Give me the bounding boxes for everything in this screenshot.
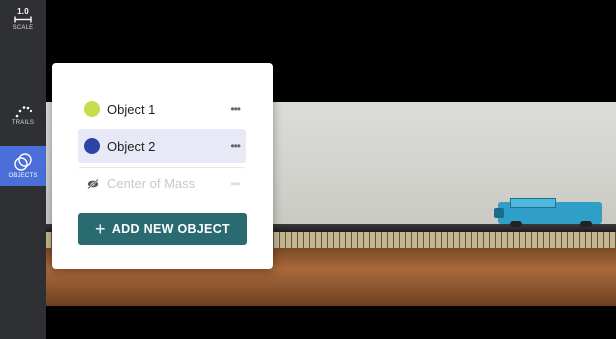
trails-tool[interactable]: TRAILS — [0, 104, 46, 140]
add-new-object-label: ADD NEW OBJECT — [111, 222, 230, 236]
object-1-more-icon[interactable]: ••• — [230, 102, 241, 116]
trails-icon — [15, 106, 32, 118]
add-new-object-button[interactable]: + ADD NEW OBJECT — [78, 213, 247, 245]
object-2-color-dot — [84, 138, 100, 154]
plus-icon: + — [95, 219, 106, 239]
objects-icon — [14, 153, 32, 171]
object-row-1[interactable]: Object 1 ••• — [78, 92, 246, 126]
object-2-more-icon[interactable]: ••• — [230, 139, 241, 153]
center-of-mass-more-icon[interactable]: ••• — [230, 177, 241, 191]
scale-label: SCALE — [12, 25, 34, 31]
center-of-mass-row[interactable]: Center of Mass ••• — [78, 167, 246, 199]
objects-panel: Object 1 ••• Object 2 ••• Center of Mass… — [52, 63, 273, 269]
trails-label: TRAILS — [11, 120, 35, 126]
object-1-name: Object 1 — [107, 101, 156, 117]
eye-slash-icon[interactable] — [87, 178, 99, 189]
object-1-color-dot — [84, 101, 100, 117]
object-2-name: Object 2 — [107, 138, 156, 154]
scale-ruler-icon — [14, 16, 32, 23]
objects-label: OBJECTS — [8, 173, 38, 179]
toolbar: 1.0 SCALE TRAILS OBJECTS — [0, 0, 46, 339]
scale-value: 1.0 — [17, 7, 29, 16]
cart — [494, 198, 604, 227]
objects-tool[interactable]: OBJECTS — [0, 146, 46, 186]
scale-tool[interactable]: 1.0 SCALE — [0, 8, 46, 46]
center-of-mass-name: Center of Mass — [107, 176, 196, 191]
object-row-2[interactable]: Object 2 ••• — [78, 129, 246, 163]
